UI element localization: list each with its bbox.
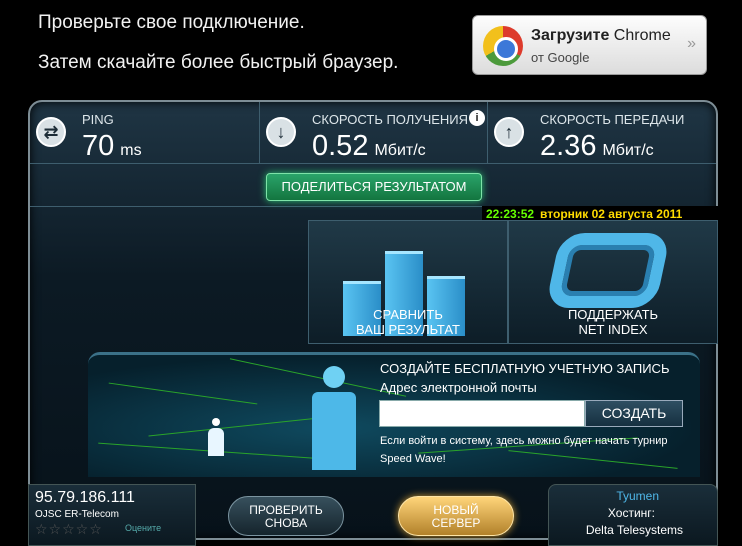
promo-text-line-1: Проверьте свое подключение. [38, 12, 305, 33]
ping-value: 70 ms [82, 130, 142, 162]
download-value: 0.52 Мбит/с [312, 130, 426, 162]
email-label: Адрес электронной почты [380, 380, 537, 395]
rate-label[interactable]: Оцените [125, 523, 161, 533]
compare-result-label: СРАВНИТЬ ВАШ РЕЗУЛЬТАТ [356, 307, 460, 337]
chrome-download-button[interactable]: Загрузите Chrome от Google » [472, 15, 707, 75]
download-label: СКОРОСТЬ ПОЛУЧЕНИЯ [312, 112, 469, 127]
transfer-arrows-icon: ⇄ [36, 117, 66, 147]
chrome-logo-icon [483, 26, 523, 66]
signup-note: Если войти в систему, здесь можно будет … [380, 435, 668, 465]
support-net-index-tile[interactable]: ПОДДЕРЖАТЬ NET INDEX [508, 220, 718, 344]
ip-info-box: 95.79.186.111 OJSC ER-Telecom ☆☆☆☆☆ Оцен… [28, 484, 196, 546]
ping-stat: ⇄ PING 70 ms [30, 102, 260, 164]
compare-result-tile[interactable]: СРАВНИТЬ ВАШ РЕЗУЛЬТАТ [308, 220, 508, 344]
share-result-button[interactable]: ПОДЕЛИТЬСЯ РЕЗУЛЬТАТОМ [266, 173, 482, 201]
net-index-knot-icon [545, 233, 671, 308]
double-chevron-icon: » [687, 35, 696, 52]
download-arrow-icon: ↓ [266, 117, 296, 147]
server-info-box: Tyumen Хостинг: Delta Telesystems [548, 484, 718, 546]
upload-label: СКОРОСТЬ ПЕРЕДАЧИ [540, 112, 685, 127]
support-net-index-label: ПОДДЕРЖАТЬ NET INDEX [567, 307, 659, 337]
host-label: Хостинг: [607, 506, 655, 520]
chrome-title: Загрузите Chrome [531, 27, 671, 44]
stats-row: ⇄ PING 70 ms ↓ СКОРОСТЬ ПОЛУЧЕНИЯ 0.52 Мби… [30, 102, 716, 164]
ping-label: PING [82, 112, 114, 127]
host-name: Delta Telesystems [585, 523, 683, 537]
upload-value: 2.36 Мбит/с [540, 130, 654, 162]
chrome-subtitle: от Google [531, 50, 590, 65]
rating-stars[interactable]: ☆☆☆☆☆ [35, 521, 103, 538]
isp-name: OJSC ER-Telecom [35, 509, 119, 520]
signup-title: СОЗДАЙТЕ БЕСПЛАТНУЮ УЧЕТНУЮ ЗАПИСЬ [380, 361, 670, 376]
create-account-button[interactable]: СОЗДАТЬ [585, 400, 683, 427]
server-person-icon [312, 366, 356, 470]
server-city: Tyumen [616, 489, 659, 503]
info-icon[interactable]: i [469, 110, 485, 126]
ip-address: 95.79.186.111 [35, 489, 135, 506]
promo-text-line-2: Затем скачайте более быстрый браузер. [38, 52, 399, 73]
upload-stat: ↑ СКОРОСТЬ ПЕРЕДАЧИ 2.36 Мбит/с [488, 102, 718, 164]
retest-button[interactable]: ПРОВЕРИТЬ СНОВА [228, 496, 344, 536]
download-stat: ↓ СКОРОСТЬ ПОЛУЧЕНИЯ 0.52 Мбит/с i [260, 102, 488, 164]
email-field[interactable] [379, 400, 585, 427]
new-server-button[interactable]: НОВЫЙ СЕРВЕР [398, 496, 514, 536]
user-location-icon [208, 418, 224, 456]
upload-arrow-icon: ↑ [494, 117, 524, 147]
footer-bar: 95.79.186.111 OJSC ER-Telecom ☆☆☆☆☆ Оцен… [28, 484, 718, 546]
